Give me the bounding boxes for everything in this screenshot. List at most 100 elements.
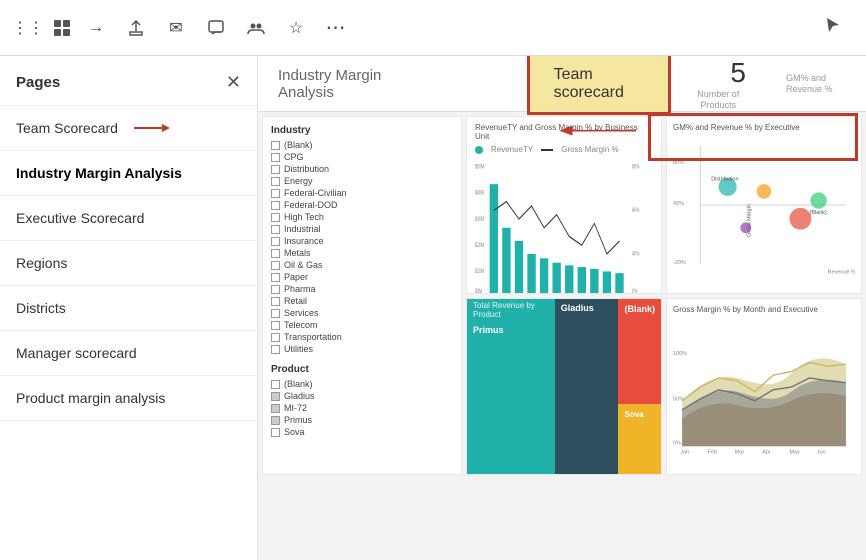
svg-text:$50M: $50M	[475, 164, 484, 171]
filter-item-telecom[interactable]: Telecom	[271, 320, 453, 330]
filter-item-high-tech[interactable]: High Tech	[271, 212, 453, 222]
filter-product-primus[interactable]: Primus	[271, 415, 453, 425]
number-badge: 5	[730, 57, 746, 89]
share-icon[interactable]	[120, 12, 152, 44]
svg-text:40%: 40%	[673, 201, 684, 207]
comment-icon[interactable]	[200, 12, 232, 44]
page-title: Industry Margin Analysis	[278, 67, 407, 101]
industry-filter-title: Industry	[271, 125, 453, 136]
svg-text:Mar: Mar	[735, 449, 745, 455]
mail-icon[interactable]: ✉	[160, 12, 192, 44]
chart-grid: Industry (Blank) CPG Distribution Energy…	[258, 112, 866, 479]
sidebar-header: Pages ✕	[0, 56, 257, 106]
filter-item-retail[interactable]: Retail	[271, 296, 453, 306]
sidebar-item-regions[interactable]: Regions	[0, 241, 257, 286]
filter-item-services[interactable]: Services	[271, 308, 453, 318]
sidebar-item-label: Regions	[16, 255, 67, 271]
filter-panel: Industry (Blank) CPG Distribution Energy…	[262, 116, 462, 475]
number-label: Number of Products	[691, 89, 746, 111]
treemap-blank-area: (Blank) Sova	[618, 299, 661, 475]
svg-text:-20%: -20%	[673, 260, 686, 266]
filter-item-federal-dod[interactable]: Federal-DOD	[271, 200, 453, 210]
svg-text:Revenue %: Revenue %	[828, 269, 855, 275]
svg-text:(Blank): (Blank)	[810, 210, 827, 216]
svg-text:$20M: $20M	[475, 242, 484, 249]
cursor-icon	[810, 15, 854, 40]
svg-text:100%: 100%	[673, 351, 687, 357]
sidebar-item-label: Manager scorecard	[16, 345, 137, 361]
page-title-bar: Industry Margin Analysis Team scorecard …	[258, 56, 866, 112]
sidebar-item-manager-scorecard[interactable]: Manager scorecard	[0, 331, 257, 376]
sidebar-items-list: Team Scorecard Industry Margin Analysis …	[0, 106, 257, 560]
main-layout: Pages ✕ Team Scorecard Industry Margin A…	[0, 56, 866, 560]
filter-item-utilities[interactable]: Utilities	[271, 344, 453, 354]
filter-product-gladius[interactable]: Gladius	[271, 391, 453, 401]
bookmark-icon[interactable]: ☆	[280, 12, 312, 44]
svg-text:0%: 0%	[632, 288, 638, 293]
sidebar-item-districts[interactable]: Districts	[0, 286, 257, 331]
svg-text:$10M: $10M	[475, 268, 484, 275]
grid-icon[interactable]: ⋮⋮	[12, 12, 44, 44]
arrow-indicator	[134, 121, 170, 135]
sidebar-item-label: Product margin analysis	[16, 390, 165, 406]
pages-sidebar: Pages ✕ Team Scorecard Industry Margin A…	[0, 56, 258, 560]
filter-item-energy[interactable]: Energy	[271, 176, 453, 186]
treemap-section-label: Total Revenue by Product	[467, 299, 555, 321]
sidebar-item-label: Team Scorecard	[16, 120, 118, 136]
sidebar-item-team-scorecard[interactable]: Team Scorecard	[0, 106, 257, 151]
right-label: GM% and Revenue %	[786, 73, 846, 95]
filter-item-industrial[interactable]: Industrial	[271, 224, 453, 234]
sidebar-item-industry-margin[interactable]: Industry Margin Analysis	[0, 151, 257, 196]
content-area: Industry Margin Analysis Team scorecard …	[258, 56, 866, 560]
filter-item-pharma[interactable]: Pharma	[271, 284, 453, 294]
team-scorecard-button[interactable]: Team scorecard	[527, 56, 671, 115]
filter-product-sova[interactable]: Sova	[271, 427, 453, 437]
legend-dot-revenue	[475, 146, 483, 154]
return-icon[interactable]: →	[80, 12, 112, 44]
scatter-chart: GM% and Revenue % by Executive 80% 40% -…	[666, 116, 862, 294]
teams-icon[interactable]	[240, 12, 272, 44]
sidebar-item-product-margin[interactable]: Product margin analysis	[0, 376, 257, 421]
svg-text:50%: 50%	[673, 396, 684, 402]
filter-item-cpg[interactable]: CPG	[271, 152, 453, 162]
sidebar-item-label: Districts	[16, 300, 66, 316]
svg-text:40%: 40%	[632, 251, 640, 258]
sidebar-item-label: Industry Margin Analysis	[16, 165, 182, 181]
revenue-chart-svg-container: $50M $40M $30M $20M $10M $0M 80% 60% 40%…	[475, 158, 653, 294]
treemap-primus-label: Primus	[467, 321, 555, 339]
filter-item-distribution[interactable]: Distribution	[271, 164, 453, 174]
revenue-gross-chart: RevenueTY and Gross Margin % by Business…	[466, 116, 662, 294]
svg-text:Distribution: Distribution	[711, 176, 738, 182]
treemap-blank-top: (Blank)	[618, 299, 661, 404]
filter-item-metals[interactable]: Metals	[271, 248, 453, 258]
filter-product-mi72[interactable]: MI-72	[271, 403, 453, 413]
filter-item-paper[interactable]: Paper	[271, 272, 453, 282]
chart-legend-revenue: RevenueTY Gross Margin %	[475, 145, 653, 154]
svg-text:$0M: $0M	[475, 288, 482, 293]
filter-item-insurance[interactable]: Insurance	[271, 236, 453, 246]
filter-item-transport[interactable]: Transportation	[271, 332, 453, 342]
sidebar-item-executive-scorecard[interactable]: Executive Scorecard	[0, 196, 257, 241]
area-chart-title: Gross Margin % by Month and Executive	[673, 305, 855, 314]
filter-item-oil-gas[interactable]: Oil & Gas	[271, 260, 453, 270]
sidebar-item-label: Executive Scorecard	[16, 210, 144, 226]
treemap-blank-label: (Blank)	[618, 300, 661, 318]
svg-text:Jun: Jun	[817, 449, 826, 455]
legend-dot-gross	[541, 149, 553, 151]
close-sidebar-button[interactable]: ✕	[226, 72, 241, 93]
filter-product-blank[interactable]: (Blank)	[271, 379, 453, 389]
number-badge-area: 5 Number of Products	[691, 57, 746, 111]
filter-item-federal-civ[interactable]: Federal-Civilian	[271, 188, 453, 198]
more-options-icon[interactable]: ⋯	[320, 12, 352, 44]
svg-text:$40M: $40M	[475, 190, 484, 197]
svg-text:Feb: Feb	[708, 449, 717, 455]
treemap-gladius-label: Gladius	[555, 299, 619, 317]
grid-icon-svg[interactable]	[52, 18, 72, 38]
scatter-chart-title: GM% and Revenue % by Executive	[673, 123, 855, 132]
area-chart: Gross Margin % by Month and Executive Ja…	[666, 298, 862, 476]
treemap-primus: Total Revenue by Product Primus	[467, 299, 555, 475]
filter-item-blank[interactable]: (Blank)	[271, 140, 453, 150]
svg-text:Jan: Jan	[680, 449, 689, 455]
chart-title-revenue: RevenueTY and Gross Margin % by Business…	[475, 123, 653, 141]
treemap-chart: Total Revenue by Product Primus Gladius …	[466, 298, 662, 476]
